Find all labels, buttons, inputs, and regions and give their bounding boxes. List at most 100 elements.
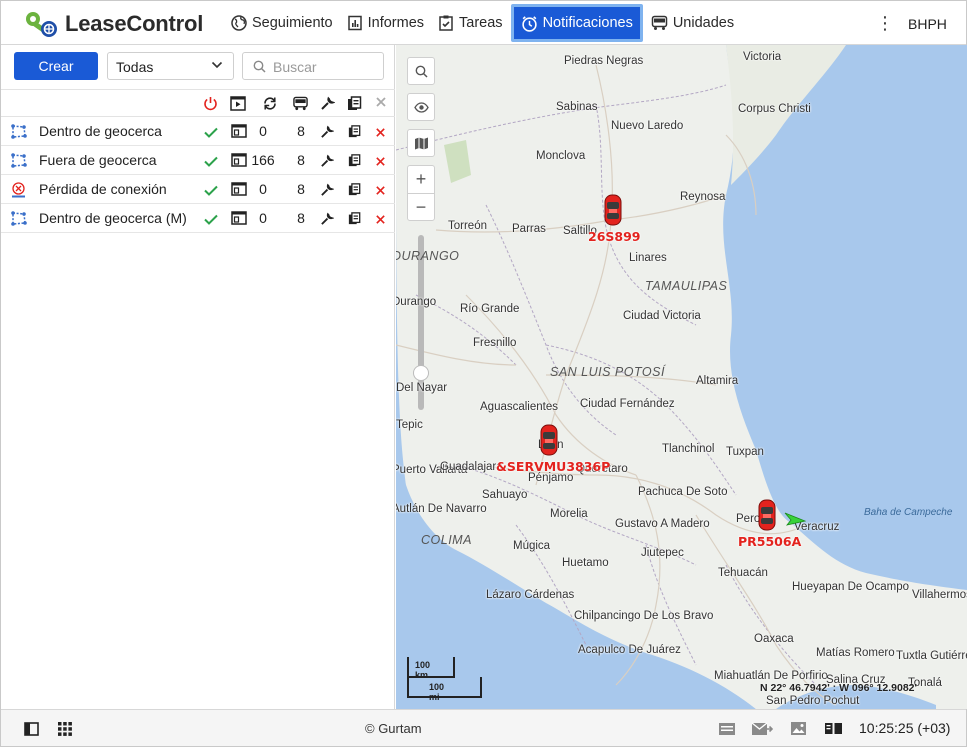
vehicle-car-icon[interactable] bbox=[757, 498, 777, 537]
eye-icon bbox=[413, 101, 429, 113]
map-place-label: DURANGO bbox=[396, 249, 460, 263]
messages-icon[interactable] bbox=[718, 722, 736, 736]
bus-icon[interactable] bbox=[292, 96, 309, 111]
notification-row[interactable]: Fuera de geocerca 166 8 bbox=[1, 146, 395, 175]
enabled-check-icon[interactable] bbox=[204, 125, 218, 143]
map-place-label: Ciudad Victoria bbox=[623, 310, 701, 322]
map-place-label: Aguascalientes bbox=[480, 401, 558, 413]
play-template-icon[interactable] bbox=[230, 96, 246, 111]
nav-item-tareas[interactable]: Tareas bbox=[432, 1, 509, 45]
map-place-label: Reynosa bbox=[680, 191, 726, 203]
vehicle-plate-label[interactable]: 26S899 bbox=[588, 229, 641, 244]
chevron-down-icon bbox=[211, 61, 223, 69]
alarm-clock-icon bbox=[521, 15, 537, 32]
delete-icon[interactable] bbox=[375, 212, 386, 230]
trigger-count: 0 bbox=[259, 123, 267, 139]
nav-item-informes[interactable]: Informes bbox=[341, 1, 430, 45]
map-place-label: Hueyapan De Ocampo bbox=[792, 581, 909, 593]
book-icon[interactable] bbox=[824, 722, 843, 735]
close-icon[interactable] bbox=[375, 96, 387, 108]
zoom-in-button[interactable]: + bbox=[407, 165, 435, 193]
wrench-icon[interactable] bbox=[320, 154, 335, 173]
copy-icon[interactable] bbox=[348, 125, 361, 143]
table-header bbox=[1, 89, 395, 117]
delete-icon[interactable] bbox=[375, 154, 386, 172]
map-view[interactable]: + − Piedras Negras Victoria Sabinas Corpus … bbox=[396, 45, 967, 709]
map-place-label: Tuxpan bbox=[726, 446, 764, 458]
vehicle-plate-label[interactable]: PR5506A bbox=[738, 534, 801, 549]
globe-icon bbox=[231, 15, 247, 31]
copy-icon[interactable] bbox=[348, 212, 361, 230]
vehicle-car-icon[interactable] bbox=[539, 423, 559, 462]
map-layers-button[interactable] bbox=[407, 129, 435, 157]
wrench-icon[interactable] bbox=[320, 183, 335, 202]
nav-label: Tareas bbox=[459, 15, 503, 31]
refresh-icon[interactable] bbox=[262, 96, 278, 111]
geofence-icon bbox=[10, 124, 27, 144]
enabled-check-icon[interactable] bbox=[204, 212, 218, 230]
wrench-icon[interactable] bbox=[320, 96, 335, 111]
notification-name[interactable]: Dentro de geocerca (M) bbox=[39, 210, 187, 226]
copy-icon[interactable] bbox=[348, 154, 361, 172]
enabled-check-icon[interactable] bbox=[204, 154, 218, 172]
kebab-menu-icon[interactable]: ⋮ bbox=[876, 14, 894, 32]
map-place-label: Victoria bbox=[743, 51, 782, 63]
image-icon[interactable] bbox=[790, 721, 807, 736]
map-search-button[interactable] bbox=[407, 57, 435, 85]
template-icon[interactable] bbox=[231, 211, 247, 230]
trigger-count: 0 bbox=[259, 210, 267, 226]
user-name[interactable]: BHPH bbox=[908, 16, 947, 32]
wrench-icon[interactable] bbox=[320, 212, 335, 231]
nav-item-unidades[interactable]: Unidades bbox=[645, 1, 740, 45]
connection-lost-icon bbox=[10, 182, 27, 203]
map-place-label: Monclova bbox=[536, 150, 586, 162]
notification-row[interactable]: Pérdida de conexión 0 8 bbox=[1, 175, 395, 204]
zoom-slider-handle[interactable] bbox=[413, 365, 429, 381]
app-name: LeaseControl bbox=[65, 11, 204, 36]
vehicle-car-icon[interactable] bbox=[603, 193, 623, 232]
map-place-label: Sahuayo bbox=[482, 489, 528, 501]
template-icon[interactable] bbox=[231, 153, 247, 172]
units-count: 8 bbox=[297, 210, 305, 226]
template-icon[interactable] bbox=[231, 182, 247, 201]
map-place-label: Piedras Negras bbox=[564, 55, 644, 67]
delete-icon[interactable] bbox=[375, 125, 386, 143]
map-place-label: San Pedro Pochut bbox=[766, 695, 860, 707]
vehicle-plate-label[interactable]: &SERVMU3836P bbox=[496, 459, 610, 474]
power-icon[interactable] bbox=[203, 96, 218, 111]
map-visibility-button[interactable] bbox=[407, 93, 435, 121]
delete-icon[interactable] bbox=[375, 183, 386, 201]
copy-icon[interactable] bbox=[347, 96, 362, 111]
notification-name[interactable]: Pérdida de conexión bbox=[39, 181, 167, 197]
notification-name[interactable]: Dentro de geocerca bbox=[39, 123, 162, 139]
panel-toggle-icon[interactable] bbox=[24, 722, 39, 736]
apps-grid-icon[interactable] bbox=[58, 722, 72, 736]
search-input[interactable]: Buscar bbox=[242, 52, 384, 80]
map-place-label: Lázaro Cárdenas bbox=[486, 589, 575, 601]
map-place-label: Altamira bbox=[696, 375, 739, 387]
notification-name[interactable]: Fuera de geocerca bbox=[39, 152, 157, 168]
notification-row[interactable]: Dentro de geocerca 0 8 bbox=[1, 117, 395, 146]
nav-item-seguimiento[interactable]: Seguimiento bbox=[225, 1, 339, 45]
wrench-icon[interactable] bbox=[320, 125, 335, 144]
notifications-panel: Crear Todas Buscar Dentro de geocerca 0 8 F… bbox=[1, 45, 395, 709]
filter-select[interactable]: Todas bbox=[107, 52, 234, 80]
geofence-icon bbox=[10, 153, 27, 173]
map-place-label: Jiutepec bbox=[641, 547, 684, 559]
app-logo[interactable]: LeaseControl bbox=[23, 9, 203, 39]
copy-icon[interactable] bbox=[348, 183, 361, 201]
zoom-out-button[interactable]: − bbox=[407, 193, 435, 221]
template-icon[interactable] bbox=[231, 124, 247, 143]
create-button[interactable]: Crear bbox=[14, 52, 98, 80]
mail-forward-icon[interactable] bbox=[751, 722, 773, 736]
notification-row[interactable]: Dentro de geocerca (M) 0 8 bbox=[1, 204, 395, 233]
search-placeholder: Buscar bbox=[273, 59, 317, 75]
map-place-label: Corpus Christi bbox=[738, 103, 811, 115]
search-icon bbox=[415, 65, 428, 78]
map-place-label: Nuevo Laredo bbox=[611, 120, 684, 132]
search-icon bbox=[253, 60, 266, 73]
units-count: 8 bbox=[297, 152, 305, 168]
enabled-check-icon[interactable] bbox=[204, 183, 218, 201]
nav-item-notificaciones[interactable]: Notificaciones bbox=[510, 4, 643, 42]
scale-mi-label: 100 mi bbox=[429, 682, 445, 702]
